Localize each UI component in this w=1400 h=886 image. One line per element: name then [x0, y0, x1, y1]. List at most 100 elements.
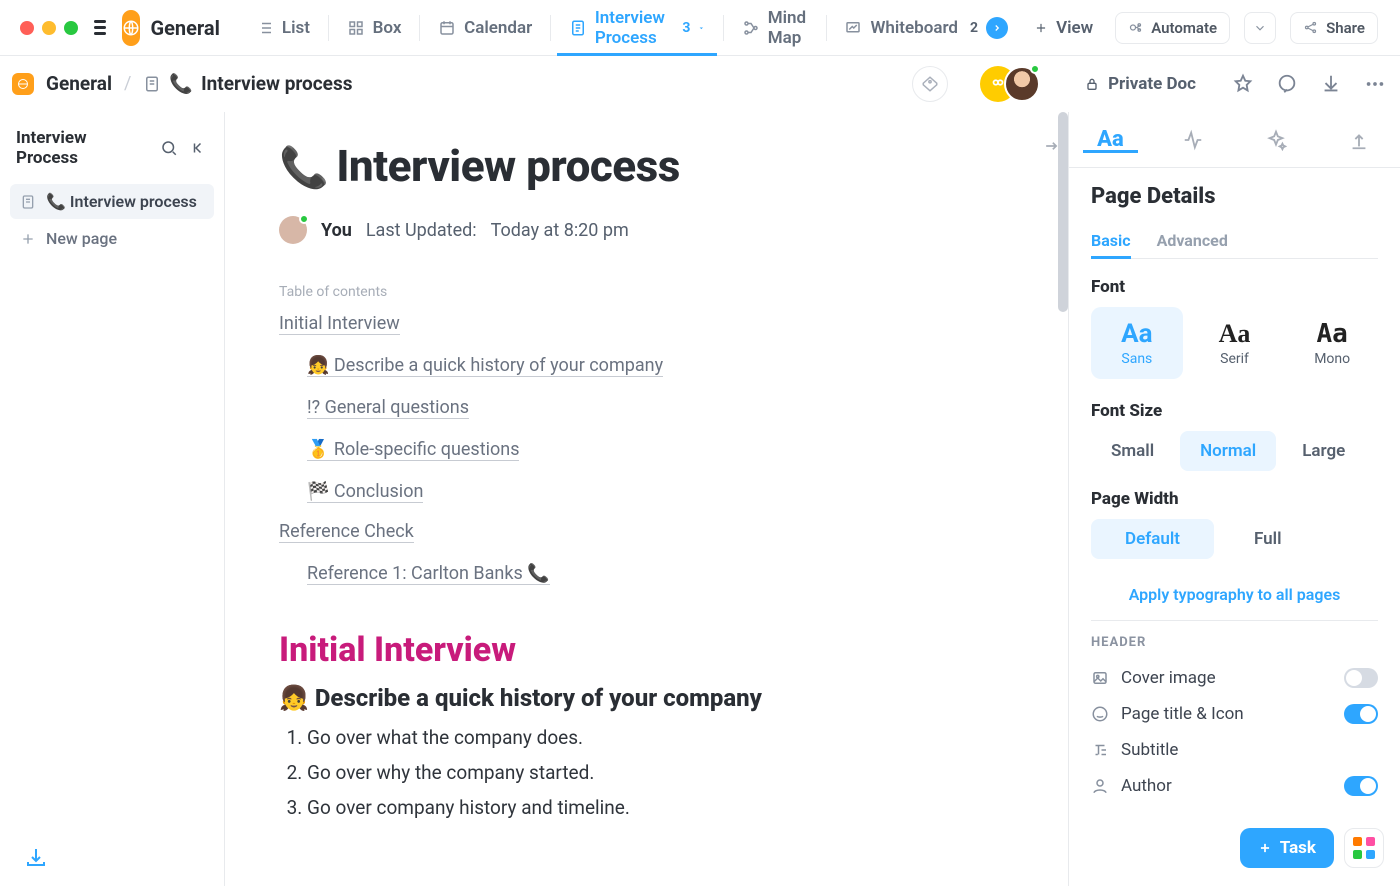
workspace-icon[interactable] [122, 10, 141, 46]
import-button[interactable] [24, 846, 48, 870]
close-window-icon[interactable] [20, 21, 34, 35]
sidebar-item-new-page[interactable]: New page [10, 221, 214, 256]
automate-options-button[interactable] [1244, 12, 1276, 44]
toc-link[interactable]: 👧 Describe a quick history of your compa… [307, 355, 663, 377]
share-label: Share [1326, 19, 1365, 37]
presence-dot-icon [1030, 64, 1040, 74]
automate-button[interactable]: Automate [1115, 12, 1230, 44]
breadcrumb-doc-title: Interview process [201, 72, 352, 95]
tab-interview-process[interactable]: Interview Process 3 [551, 0, 723, 55]
plus-icon [1258, 841, 1272, 855]
breadcrumb-root[interactable]: General [46, 72, 112, 95]
subtab-basic[interactable]: Basic [1091, 223, 1131, 258]
fullscreen-window-icon[interactable] [64, 21, 78, 35]
tab-box[interactable]: Box [329, 0, 420, 55]
more-icon[interactable] [1364, 73, 1386, 95]
page-title[interactable]: 📞Interview process [279, 140, 905, 192]
menu-icon[interactable] [94, 20, 106, 35]
width-full[interactable]: Full [1220, 519, 1315, 559]
section-heading[interactable]: Initial Interview [279, 630, 905, 670]
list-item[interactable]: Go over company history and timeline. [307, 790, 905, 825]
view-tabs: List Box Calendar Interview Process 3 Mi… [238, 0, 1026, 55]
font-options: Aa Sans Aa Serif Aa Mono [1091, 307, 1378, 379]
page-width-title: Page Width [1091, 489, 1378, 509]
doc-emoji-icon: 📞 [169, 72, 193, 95]
apps-button[interactable] [1344, 828, 1384, 868]
floating-actions: Task [1240, 828, 1384, 868]
apply-typography-link[interactable]: Apply typography to all pages [1091, 577, 1378, 621]
tab-list[interactable]: List [238, 0, 328, 55]
tab-label: List [282, 18, 310, 38]
font-sans-option[interactable]: Aa Sans [1091, 307, 1183, 379]
search-icon[interactable] [160, 139, 178, 157]
scroll-right-icon[interactable] [986, 17, 1008, 39]
list-item[interactable]: Go over why the company started. [307, 755, 905, 790]
toggle-cover-image: Cover image [1091, 660, 1378, 696]
right-panel: Aa Page Details Basic Advanced Font Aa [1068, 112, 1400, 886]
workspace-name[interactable]: General [150, 16, 219, 40]
toc-link[interactable]: 🥇 Role-specific questions [307, 439, 519, 461]
avatar[interactable] [279, 216, 307, 244]
subsection-heading[interactable]: 👧 Describe a quick history of your compa… [279, 684, 905, 712]
tab-whiteboard[interactable]: Whiteboard 2 [826, 0, 1026, 55]
sidebar-item-interview-process[interactable]: 📞 Interview process [10, 184, 214, 219]
author-name: You [321, 220, 352, 241]
size-large[interactable]: Large [1282, 431, 1365, 471]
collapse-sidebar-icon[interactable] [190, 139, 208, 157]
page-width-options: Default Full [1091, 519, 1378, 559]
tab-typography[interactable]: Aa [1069, 127, 1152, 152]
breadcrumb-doc[interactable]: 📞 Interview process [143, 72, 352, 95]
toggle-label: Page title & Icon [1121, 704, 1244, 724]
workspace-icon-small[interactable] [12, 73, 34, 95]
toc-link[interactable]: 🏁 Conclusion [307, 481, 423, 503]
add-view-button[interactable]: View [1026, 18, 1101, 38]
font-preview: Aa [1121, 319, 1152, 349]
minimize-window-icon[interactable] [42, 21, 56, 35]
toggle-label: Subtitle [1121, 740, 1178, 760]
font-mono-option[interactable]: Aa Mono [1286, 307, 1378, 379]
size-small[interactable]: Small [1091, 431, 1174, 471]
smile-icon [1091, 705, 1109, 723]
width-default[interactable]: Default [1091, 519, 1214, 559]
font-label: Serif [1220, 351, 1249, 367]
sidebar-title: Interview Process [16, 128, 148, 168]
font-preview: Aa [1317, 319, 1348, 349]
open-right-panel-icon[interactable] [1042, 136, 1062, 156]
breadcrumb-bar: General / 📞 Interview process Private Do… [0, 56, 1400, 112]
header-section-title: HEADER [1091, 635, 1378, 650]
plus-icon [20, 231, 36, 247]
ordered-list[interactable]: Go over what the company does. Go over w… [283, 720, 905, 825]
font-label: Mono [1314, 351, 1350, 367]
switch-author[interactable] [1344, 776, 1378, 796]
download-icon[interactable] [1320, 73, 1342, 95]
tab-count: 3 [682, 20, 690, 36]
privacy-button[interactable]: Private Doc [1084, 74, 1196, 94]
list-item[interactable]: Go over what the company does. [307, 720, 905, 755]
new-task-button[interactable]: Task [1240, 828, 1334, 868]
tab-calendar[interactable]: Calendar [420, 0, 550, 55]
subtab-advanced[interactable]: Advanced [1157, 223, 1228, 258]
tab-export[interactable] [1317, 129, 1400, 151]
star-icon[interactable] [1232, 73, 1254, 95]
privacy-label: Private Doc [1108, 74, 1196, 94]
add-view-label: View [1056, 18, 1093, 38]
switch-page-title[interactable] [1344, 704, 1378, 724]
tab-ai[interactable] [1235, 129, 1318, 151]
presence-avatars[interactable] [980, 66, 1016, 102]
switch-cover-image[interactable] [1344, 668, 1378, 688]
toc-link[interactable]: Reference 1: Carlton Banks 📞 [307, 563, 550, 585]
share-button[interactable]: Share [1290, 12, 1378, 44]
tab-activity[interactable] [1152, 129, 1235, 151]
chevron-down-icon[interactable] [698, 22, 705, 34]
tag-button[interactable] [912, 66, 948, 102]
font-serif-option[interactable]: Aa Serif [1189, 307, 1281, 379]
image-icon [1091, 669, 1109, 687]
toc-link[interactable]: Reference Check [279, 521, 414, 543]
tab-mind-map[interactable]: Mind Map [724, 0, 826, 55]
toggle-subtitle: Subtitle [1091, 732, 1378, 768]
updated-value: Today at 8:20 pm [491, 220, 629, 241]
comment-icon[interactable] [1276, 73, 1298, 95]
toc-link[interactable]: Initial Interview [279, 313, 400, 335]
toc-link[interactable]: !? General questions [307, 397, 469, 419]
size-normal[interactable]: Normal [1180, 431, 1276, 471]
